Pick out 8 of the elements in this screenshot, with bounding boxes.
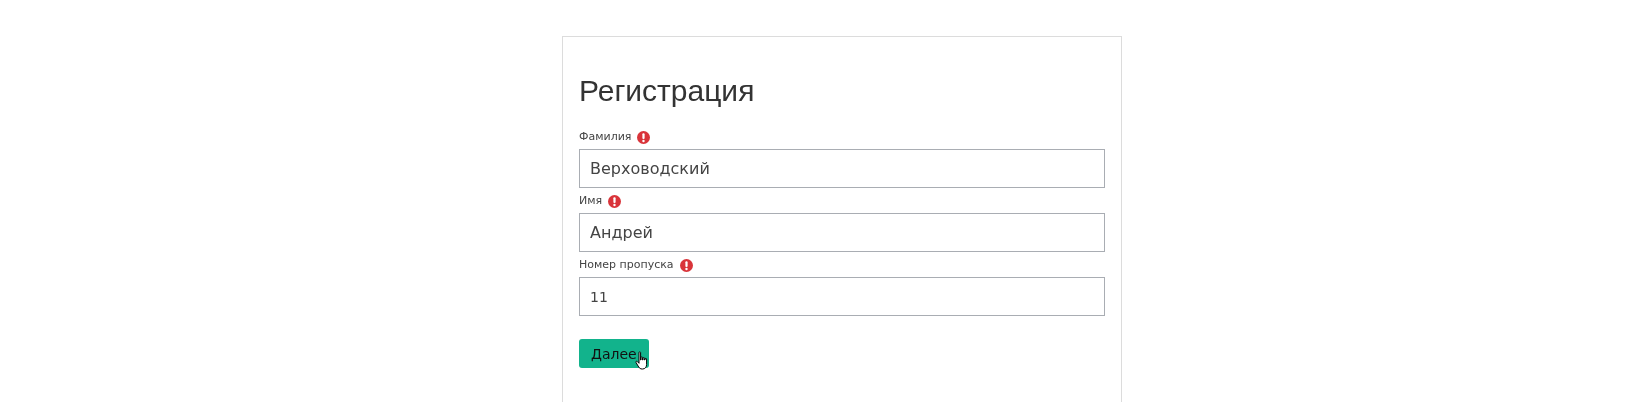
next-button[interactable]: Далее (579, 339, 649, 368)
input-field[interactable]: Верховодский (579, 149, 1105, 188)
field-label: Номер пропуска (579, 258, 674, 272)
input-field[interactable]: 11 (579, 277, 1105, 316)
field-label: Фамилия (579, 130, 632, 144)
field-label: Имя (579, 194, 603, 208)
input-field[interactable]: Андрей (579, 213, 1105, 252)
form-title: Регистрация (579, 73, 755, 109)
